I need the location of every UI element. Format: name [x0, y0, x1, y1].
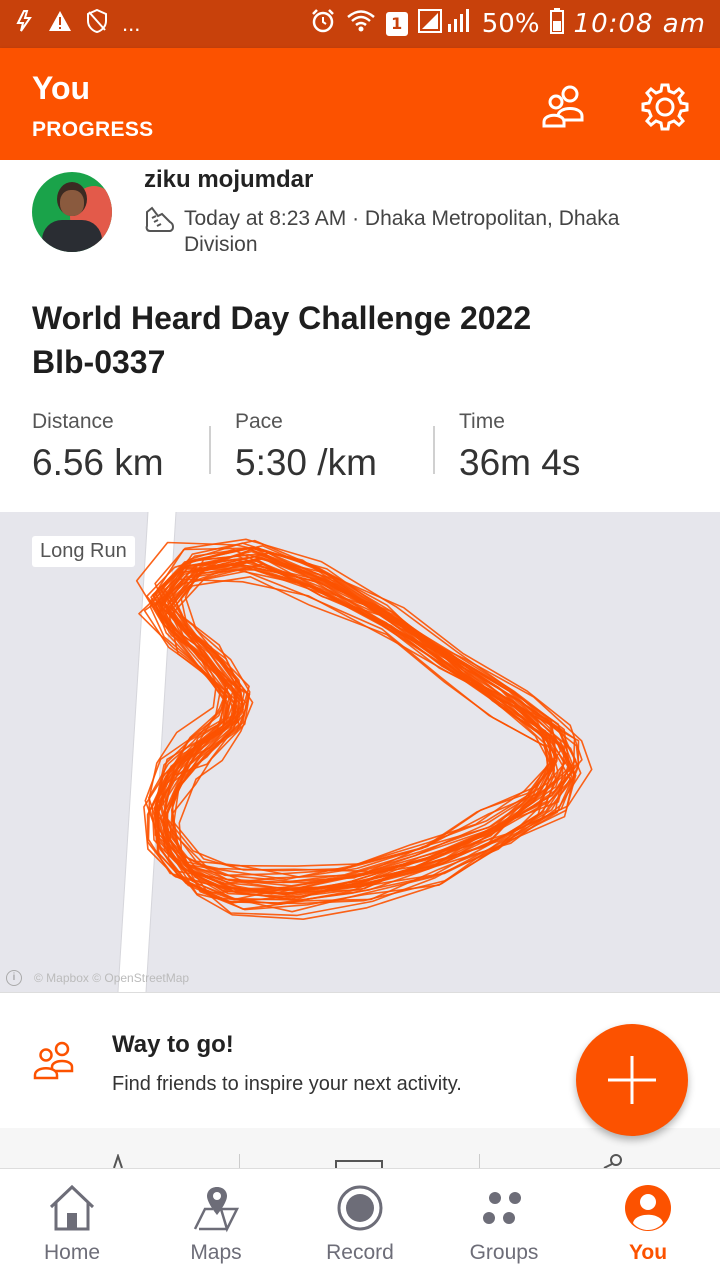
athlete-name[interactable]: ziku mojumdar [144, 166, 313, 194]
bottom-nav: Home Maps Record Groups You [0, 1168, 720, 1280]
battery-percent: 50% [481, 9, 540, 39]
activity-title[interactable]: World Heard Day Challenge 2022 Blb-0337 [32, 296, 632, 384]
stat-value: 5:30 /km [235, 442, 377, 483]
nav-record[interactable]: Record [288, 1169, 432, 1280]
stat-value: 36m 4s [459, 442, 581, 483]
stat-divider [433, 426, 435, 474]
stat-divider [209, 426, 211, 474]
shoe-icon [144, 204, 176, 236]
banner-title: Way to go! [112, 1031, 234, 1058]
groups-icon [483, 1192, 521, 1224]
friends-icon [32, 1041, 82, 1081]
activity-notification-icon [14, 9, 34, 39]
nav-label: Record [326, 1241, 394, 1264]
activity-meta: Today at 8:23 AM · Dhaka Metropolitan, D… [184, 207, 620, 256]
stat-label: Pace [235, 410, 283, 433]
record-icon [337, 1185, 383, 1231]
map-pin-icon [193, 1187, 240, 1233]
partial-icon [603, 1154, 622, 1168]
stat-label: Distance [32, 410, 114, 433]
activity-title-line2: Blb-0337 [32, 344, 166, 380]
nav-you[interactable]: You [576, 1169, 720, 1280]
activity-type-badge: Long Run [32, 536, 135, 567]
stat-label: Time [459, 410, 505, 433]
stat-distance: Distance 6.56 km [32, 410, 164, 484]
shield-off-icon [86, 8, 108, 39]
stat-time: Time 36m 4s [459, 410, 580, 484]
nav-label: Home [43, 1241, 101, 1264]
signal-icon [417, 8, 472, 41]
profile-icon [625, 1185, 671, 1231]
page-subtitle: PROGRESS [32, 118, 154, 141]
add-activity-button[interactable] [576, 1024, 688, 1136]
next-card-peek [0, 1128, 720, 1168]
page-title: You [32, 70, 91, 106]
people-icon[interactable] [540, 82, 590, 132]
stat-value: 6.56 km [32, 442, 164, 483]
route-map-canvas [117, 512, 593, 992]
info-icon[interactable]: i [6, 970, 22, 986]
nav-label: You [628, 1241, 668, 1264]
nav-maps[interactable]: Maps [144, 1169, 288, 1280]
status-bar: ... 1 50% 10:08 am [0, 0, 720, 48]
nav-home[interactable]: Home [0, 1169, 144, 1280]
battery-icon [549, 7, 564, 41]
map-attribution-text[interactable]: © Mapbox © OpenStreetMap [34, 971, 189, 985]
stat-pace: Pace 5:30 /km [235, 410, 377, 484]
banner-text: Find friends to inspire your next activi… [112, 1073, 462, 1095]
nav-label: Groups [469, 1241, 539, 1264]
partial-icon [335, 1160, 383, 1168]
route-path [135, 538, 593, 921]
activity-title-line1: World Heard Day Challenge 2022 [32, 300, 532, 336]
clock: 10:08 am [573, 9, 706, 39]
partial-icon [113, 1154, 123, 1168]
alarm-icon [310, 8, 336, 41]
app-bar: You PROGRESS [0, 48, 720, 160]
nav-label: Maps [190, 1241, 242, 1264]
plus-icon [608, 1056, 656, 1104]
activity-card[interactable]: ziku mojumdar Today at 8:23 AM · Dhaka M… [0, 160, 720, 512]
sim-badge: 1 [385, 12, 408, 36]
more-notifications: ... [122, 11, 141, 36]
home-icon [49, 1184, 95, 1231]
route-map[interactable]: Long Run i © Mapbox © OpenStreetMap [0, 512, 720, 992]
wifi-icon [346, 9, 376, 40]
warning-icon [48, 10, 72, 38]
gear-icon[interactable] [640, 82, 690, 132]
route-lap [138, 578, 574, 894]
nav-groups[interactable]: Groups [432, 1169, 576, 1280]
avatar[interactable] [32, 172, 112, 252]
map-attribution[interactable]: i © Mapbox © OpenStreetMap [6, 970, 189, 986]
